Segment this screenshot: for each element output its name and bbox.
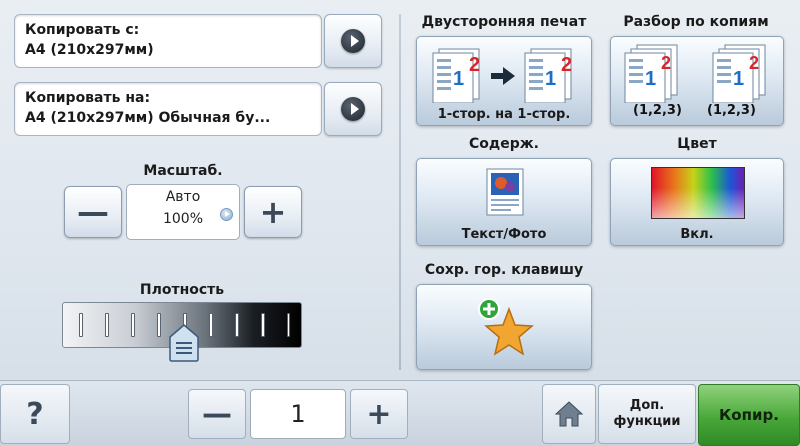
home-icon (554, 401, 584, 427)
collate-icon: 1 2 1 2 (624, 44, 766, 103)
color-button[interactable]: Вкл. (610, 158, 784, 246)
copy-start-button[interactable]: Копир. (698, 384, 800, 446)
density-tick (105, 313, 109, 337)
content-caption: Текст/Фото (461, 227, 547, 242)
minus-icon: — (202, 396, 232, 432)
arrow-right-icon (220, 208, 233, 221)
copy-to-button[interactable] (324, 82, 382, 136)
collate-title: Разбор по копиям (623, 14, 769, 30)
duplex-caption: 1-стор. на 1-стор. (437, 107, 571, 122)
scale-value-box[interactable]: Авто 100% (126, 184, 240, 240)
copy-from-button[interactable] (324, 14, 382, 68)
duplex-title: Двусторонняя печат (421, 14, 587, 30)
svg-text:2: 2 (661, 53, 671, 73)
minus-icon: — (77, 193, 109, 231)
svg-text:1: 1 (645, 68, 656, 90)
scale-plus-button[interactable]: + (244, 186, 302, 238)
density-tick (79, 313, 83, 337)
collate-caption-right: (1,2,3) (707, 103, 756, 118)
copies-minus-button[interactable]: — (188, 389, 246, 439)
more-functions-button[interactable]: Доп. функции (598, 384, 696, 444)
copy-to-value: A4 (210x297мм) Обычная бу... (25, 110, 271, 126)
scale-title: Масштаб. (143, 163, 223, 179)
copy-from-field: Копировать с: A4 (210x297мм) (14, 14, 322, 68)
color-caption: Вкл. (680, 227, 714, 242)
copy-start-label: Копир. (719, 406, 779, 424)
arrow-right-icon (341, 97, 365, 121)
panel-divider (399, 14, 401, 370)
copy-from-label: Копировать с: (25, 22, 140, 38)
duplex-button[interactable]: 1 2 1 2 1-стор. на 1-стор. (416, 36, 592, 126)
density-tick (261, 313, 265, 337)
collate-button[interactable]: 1 2 1 2 (1,2,3) (1,2,3) (610, 36, 784, 126)
more-functions-line2: функции (613, 414, 681, 429)
collate-caption-left: (1,2,3) (633, 103, 682, 118)
content-title: Содерж. (469, 136, 539, 152)
color-spectrum-icon (651, 167, 745, 219)
plus-icon: + (366, 396, 392, 432)
star-add-icon (478, 298, 534, 356)
svg-text:1: 1 (733, 68, 744, 90)
density-title: Плотность (139, 282, 225, 298)
copy-from-value: A4 (210x297мм) (25, 42, 154, 58)
density-tick (287, 313, 290, 337)
more-functions-line1: Доп. (629, 398, 665, 413)
density-slider-handle[interactable] (168, 324, 200, 362)
help-button[interactable]: ? (0, 384, 70, 444)
copies-plus-button[interactable]: + (350, 389, 408, 439)
copies-input[interactable]: 1 (250, 389, 346, 439)
svg-text:2: 2 (561, 54, 572, 76)
svg-text:1: 1 (453, 68, 464, 90)
help-icon: ? (26, 396, 44, 432)
photo-text-icon (486, 168, 524, 216)
color-title: Цвет (677, 136, 717, 152)
svg-text:2: 2 (469, 54, 480, 76)
shortcut-title: Сохр. гор. клавишу (424, 262, 584, 278)
density-tick (157, 313, 161, 337)
density-tick (131, 313, 135, 337)
scale-minus-button[interactable]: — (64, 186, 122, 238)
scale-mode: Авто (165, 189, 201, 205)
copies-value: 1 (290, 400, 306, 428)
copy-to-field: Копировать на: A4 (210x297мм) Обычная бу… (14, 82, 322, 136)
arrow-right-icon (341, 29, 365, 53)
duplex-icon: 1 2 1 2 (432, 48, 572, 103)
save-shortcut-button[interactable] (416, 284, 592, 370)
density-tick (209, 313, 213, 337)
plus-icon: + (259, 193, 287, 231)
density-tick (235, 313, 239, 337)
svg-text:2: 2 (749, 53, 759, 73)
home-button[interactable] (542, 384, 596, 444)
content-button[interactable]: Текст/Фото (416, 158, 592, 246)
copy-to-label: Копировать на: (25, 90, 151, 106)
svg-text:1: 1 (545, 68, 556, 90)
